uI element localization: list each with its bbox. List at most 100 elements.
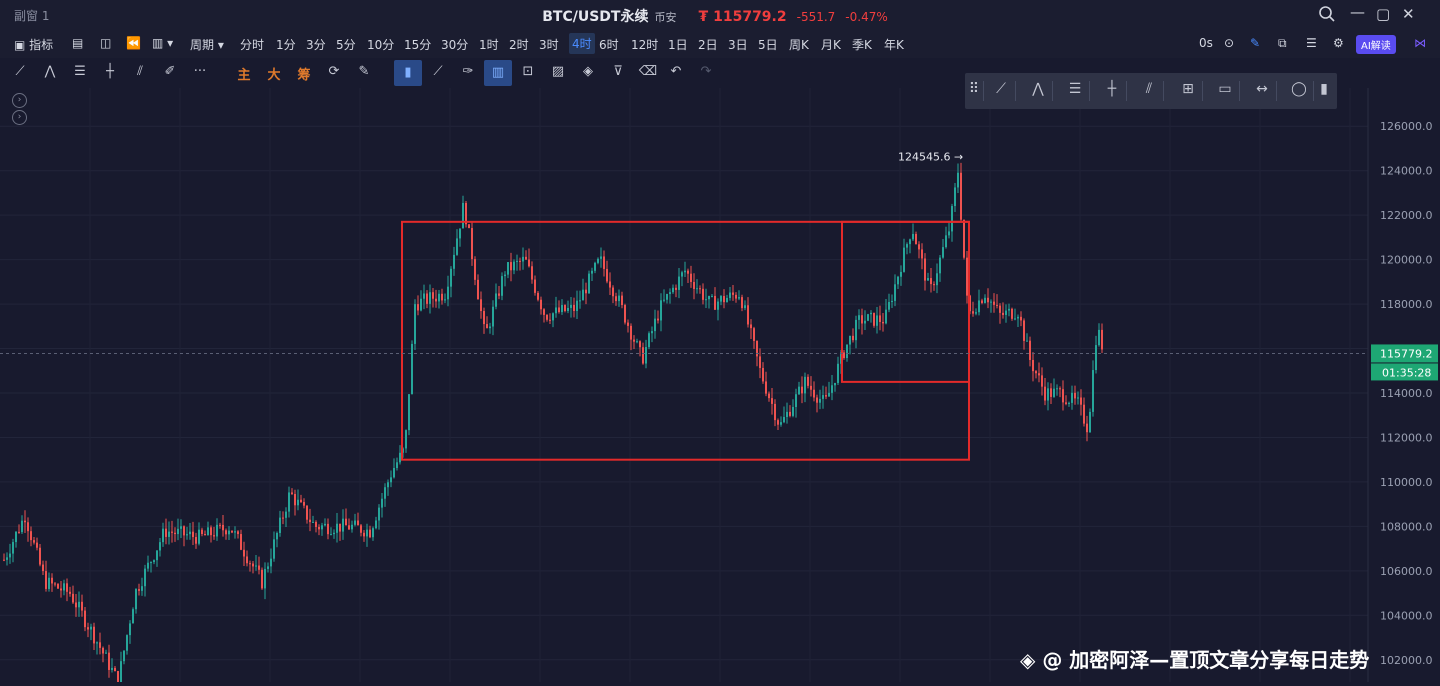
interval-17[interactable]: 周K — [789, 36, 809, 53]
interval-10[interactable]: 4时 — [569, 33, 595, 54]
big-order-button[interactable]: 大 — [264, 64, 284, 83]
interval-9[interactable]: 3时 — [539, 36, 559, 53]
redo-icon[interactable]: ↷ — [696, 64, 716, 82]
interval-15[interactable]: 3日 — [728, 36, 748, 53]
candle-body — [630, 325, 632, 340]
candle-body — [204, 534, 206, 536]
popout-icon[interactable]: ⧉ — [1278, 36, 1287, 51]
float-crop-icon[interactable]: ⊞ — [1174, 81, 1203, 101]
candle-body — [867, 314, 869, 321]
candle-body — [1077, 397, 1079, 399]
camera-icon[interactable]: ⊙ — [1224, 36, 1234, 50]
trash-icon[interactable]: ⌫ — [638, 64, 658, 82]
candle-body — [858, 315, 860, 320]
float-color-icon[interactable]: ▮ — [1317, 81, 1331, 101]
ruler-icon[interactable]: ⟋ — [428, 64, 448, 82]
candle-body — [621, 295, 623, 306]
drag-handle-icon[interactable]: ⠿ — [965, 81, 984, 101]
interval-14[interactable]: 2日 — [698, 36, 718, 53]
horizontal-line-icon[interactable]: ┼ — [100, 64, 120, 82]
interval-3[interactable]: 5分 — [336, 36, 356, 53]
candle-body — [672, 287, 674, 293]
interval-5[interactable]: 15分 — [404, 36, 431, 53]
brush-icon[interactable]: ✐ — [160, 64, 180, 82]
candle-body — [543, 309, 545, 315]
candle-body — [549, 319, 551, 321]
settings-icon[interactable]: ⚙ — [1333, 36, 1344, 50]
layers-icon[interactable]: ◈ — [578, 64, 598, 82]
float-rect-icon[interactable]: ▭ — [1211, 81, 1240, 101]
chip-button[interactable]: 筹 — [294, 64, 314, 83]
pen-icon[interactable]: ✎ — [1250, 36, 1260, 50]
chart-canvas[interactable]: 126000.0 124000.0 122000.0 120000.0 118000.0… — [0, 88, 1440, 686]
trend-line-icon[interactable]: ⟋ — [10, 64, 30, 82]
candle-body — [306, 505, 308, 520]
refresh-icon[interactable]: ⟳ — [324, 64, 344, 82]
candle-body — [1032, 359, 1034, 372]
period-dropdown[interactable]: 周期 ▾ — [190, 36, 224, 53]
interval-12[interactable]: 12时 — [631, 36, 658, 53]
compare-icon[interactable]: ◫ — [100, 36, 111, 50]
candle-body — [981, 300, 983, 303]
close-icon[interactable]: ✕ — [1402, 5, 1415, 23]
interval-8[interactable]: 2时 — [509, 36, 529, 53]
interval-1[interactable]: 1分 — [276, 36, 296, 53]
filter-icon[interactable]: ⊽ — [608, 64, 628, 82]
interval-18[interactable]: 月K — [821, 36, 841, 53]
candle-body — [954, 187, 956, 207]
main-force-button[interactable]: 主 — [234, 64, 254, 83]
parallel-lines-icon[interactable]: ☰ — [70, 64, 90, 82]
search-icon[interactable] — [1318, 5, 1336, 27]
candle-body — [750, 324, 752, 329]
undo-icon[interactable]: ↶ — [666, 64, 686, 82]
rewind-icon[interactable]: ⏪ — [126, 36, 141, 50]
more-icon[interactable]: ··· — [190, 64, 210, 82]
interval-19[interactable]: 季K — [852, 36, 872, 53]
float-hline-icon[interactable]: ┼ — [1098, 81, 1127, 101]
indicator-button[interactable]: ▣ 指标 — [14, 36, 53, 53]
interval-11[interactable]: 6时 — [599, 36, 619, 53]
float-parallel-icon[interactable]: ☰ — [1061, 81, 1090, 101]
candle-body — [366, 529, 368, 537]
float-channel-icon[interactable]: ⫽ — [1135, 81, 1164, 101]
chart-type-icon[interactable]: ▥ ▾ — [152, 36, 173, 50]
symbol-name[interactable]: BTC/USDT永续 — [542, 9, 648, 25]
share-icon[interactable]: ⋈ — [1414, 36, 1426, 50]
layout-icon[interactable]: ▤ — [72, 36, 83, 50]
candle-body — [1026, 340, 1028, 342]
float-range-icon[interactable]: ↔ — [1248, 81, 1277, 101]
candle-body — [942, 247, 944, 258]
interval-7[interactable]: 1时 — [479, 36, 499, 53]
bookmark-icon[interactable]: ▮ — [394, 60, 422, 86]
candlestick-chart[interactable]: 126000.0 124000.0 122000.0 120000.0 118000.0… — [0, 88, 1440, 686]
ai-analysis-button[interactable]: AI解读 — [1356, 35, 1396, 54]
float-ellipse-icon[interactable]: ◯ — [1285, 81, 1314, 101]
float-line-icon[interactable]: ⟋ — [987, 81, 1016, 101]
candle-body — [1059, 388, 1061, 390]
interval-20[interactable]: 年K — [884, 36, 904, 53]
interval-16[interactable]: 5日 — [758, 36, 778, 53]
interval-6[interactable]: 30分 — [441, 36, 468, 53]
interval-13[interactable]: 1日 — [668, 36, 688, 53]
collapse-icon[interactable]: › — [12, 110, 27, 125]
candle-body — [3, 559, 5, 561]
lock-icon[interactable]: ⊡ — [518, 64, 538, 82]
float-wave-icon[interactable]: ⋀ — [1024, 81, 1053, 101]
minimize-icon[interactable]: — — [1350, 3, 1365, 21]
wave-icon[interactable]: ⋀ — [40, 64, 60, 82]
expand-icon[interactable]: › — [12, 93, 27, 108]
note-icon[interactable]: ▨ — [548, 64, 568, 82]
magnet-icon[interactable]: ▥ — [484, 60, 512, 86]
list-icon[interactable]: ☰ — [1306, 36, 1317, 50]
interval-0[interactable]: 分时 — [240, 36, 264, 53]
interval-2[interactable]: 3分 — [306, 36, 326, 53]
candle-body — [717, 301, 719, 310]
interval-4[interactable]: 10分 — [367, 36, 394, 53]
measure-icon[interactable]: ✑ — [458, 64, 478, 82]
maximize-icon[interactable]: ▢ — [1376, 5, 1390, 23]
channel-icon[interactable]: ⫽ — [130, 64, 150, 82]
edit-icon[interactable]: ✎ — [354, 64, 374, 82]
candle-body — [603, 256, 605, 269]
candle-body — [273, 539, 275, 559]
candle-body — [861, 315, 863, 324]
